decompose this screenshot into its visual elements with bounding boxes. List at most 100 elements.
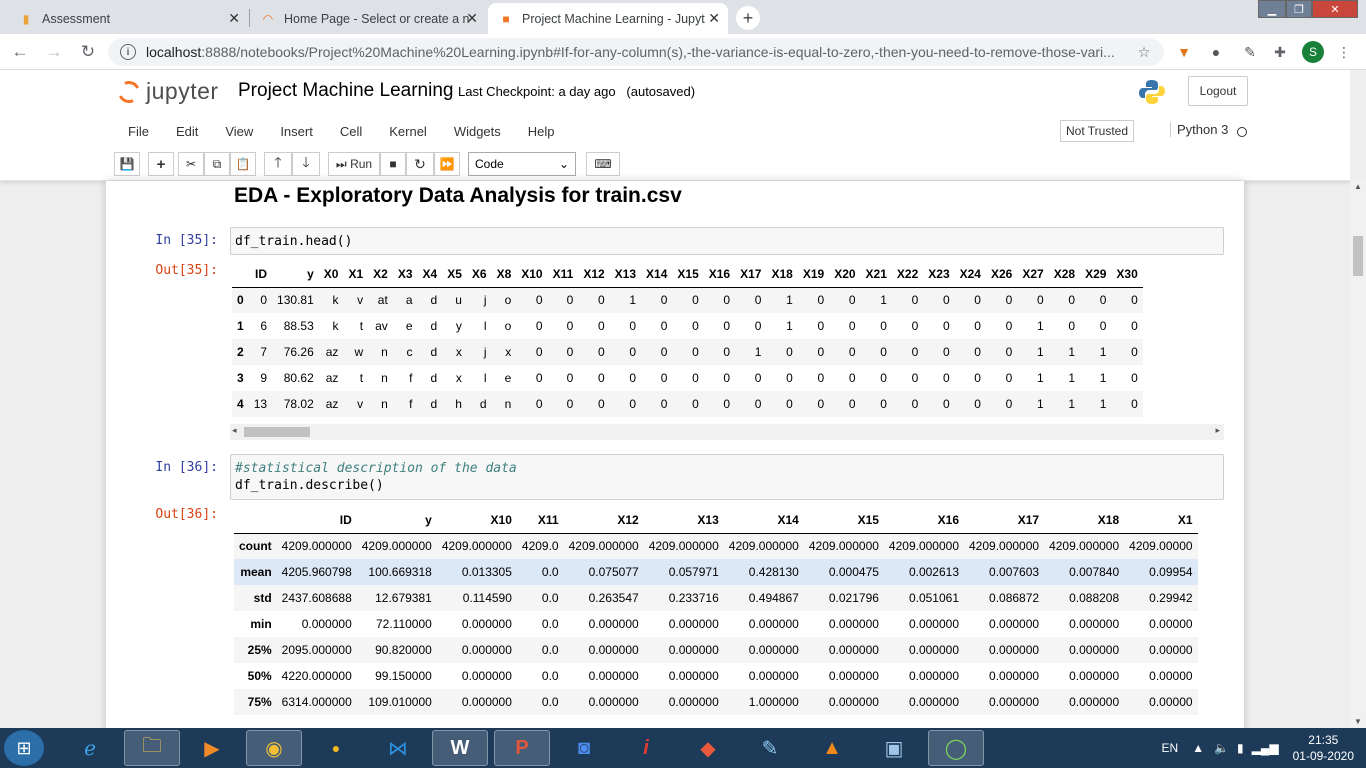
table-cell: 0 — [974, 293, 981, 308]
move-down-icon[interactable]: 🡓 — [292, 152, 320, 176]
forward-icon[interactable]: → — [42, 40, 66, 64]
tab-home-page[interactable]: ◠ Home Page - Select or create a n ✕ — [250, 3, 486, 34]
cell-type-select[interactable]: Code ⌄ — [468, 152, 576, 176]
vlc-icon[interactable]: ▲ — [804, 730, 860, 766]
power-icon[interactable]: ▮ — [1237, 741, 1244, 755]
menu-insert[interactable]: Insert — [266, 124, 326, 139]
scrollbar-thumb[interactable] — [1353, 236, 1363, 276]
extension-circle-icon[interactable]: ● — [1206, 42, 1226, 62]
zoom-icon[interactable]: ◙ — [556, 730, 612, 766]
puzzle-icon[interactable]: ✚ — [1270, 42, 1290, 62]
cell-36-code-input[interactable]: #statistical description of the data df_… — [230, 454, 1224, 500]
vscode-icon[interactable]: ⋈ — [370, 730, 426, 766]
notepad-icon[interactable]: ✎ — [742, 730, 798, 766]
insert-cell-icon[interactable]: + — [148, 152, 174, 176]
powerpoint-icon[interactable]: P — [494, 730, 550, 766]
scroll-right-icon[interactable]: ▸ — [1215, 425, 1220, 436]
info-app-icon[interactable]: i — [618, 730, 674, 766]
metamask-icon[interactable]: ▼ — [1174, 42, 1194, 62]
scroll-up-icon[interactable]: ▲ — [1354, 182, 1362, 191]
menu-edit[interactable]: Edit — [162, 124, 211, 139]
column-header: X3 — [392, 261, 418, 288]
table-cell: 0 — [1131, 319, 1138, 333]
menu-view[interactable]: View — [211, 124, 266, 139]
menu-help[interactable]: Help — [514, 124, 568, 139]
table-cell: az — [325, 345, 339, 359]
close-icon[interactable]: ✕ — [228, 10, 240, 27]
page-vertical-scrollbar[interactable]: ▲ ▼ — [1350, 180, 1366, 728]
language-indicator[interactable]: EN — [1162, 741, 1179, 755]
start-button[interactable]: ⊞ — [4, 730, 44, 766]
reload-icon[interactable]: ↻ — [76, 40, 100, 64]
restart-icon[interactable]: ↻ — [406, 152, 434, 176]
info-icon[interactable]: i — [120, 44, 136, 60]
minimize-icon[interactable]: ▁ — [1258, 0, 1286, 18]
column-header: ID — [276, 507, 357, 534]
notebook-title[interactable]: Project Machine Learning — [238, 80, 453, 102]
table-cell: 0 — [754, 293, 762, 308]
table-cell: k — [332, 293, 339, 308]
new-tab-button[interactable]: + — [736, 6, 760, 30]
menu-file[interactable]: File — [114, 124, 162, 139]
scroll-down-icon[interactable]: ▼ — [1354, 717, 1362, 726]
profile-avatar[interactable]: S — [1302, 41, 1324, 63]
star-icon[interactable]: ☆ — [1134, 42, 1154, 62]
url-field[interactable]: i localhost:8888/notebooks/Project%20Mac… — [108, 38, 1164, 66]
tab-assessment[interactable]: ▮ Assessment ✕ — [8, 3, 248, 34]
run-button[interactable]: ⏭ Run — [328, 152, 380, 176]
anaconda-icon[interactable]: ◯ — [928, 730, 984, 766]
word-icon[interactable]: W — [432, 730, 488, 766]
table-cell: 0.000000 — [989, 669, 1040, 683]
cut-icon[interactable]: ✂ — [178, 152, 204, 176]
menu-cell[interactable]: Cell — [326, 124, 375, 139]
clock[interactable]: 21:35 01-09-2020 — [1293, 732, 1354, 764]
jupyter-page: jupyter Project Machine Learning Last Ch… — [0, 70, 1350, 728]
media-player-icon[interactable]: ▶ — [184, 730, 240, 766]
fast-forward-icon[interactable]: ⏩ — [434, 152, 460, 176]
column-header: X30 — [1111, 261, 1143, 288]
tab-project-machine-learning[interactable]: ■ Project Machine Learning - Jupyt ✕ — [488, 3, 728, 34]
window-controls: ▁ ❐ ✕ — [1258, 0, 1358, 18]
menu-dots-icon[interactable]: ⋮ — [1334, 42, 1354, 62]
output-horizontal-scrollbar[interactable]: ◂ ▸ — [230, 424, 1224, 440]
paste-icon[interactable]: 📋 — [230, 152, 256, 176]
save-icon[interactable]: 💾 — [114, 152, 140, 176]
git-icon[interactable]: ◆ — [680, 730, 736, 766]
table-row: 1 6 88.53 k t av e d y l o 0 0 0 0 0 0 0 0 1 0 0 0 0 0 0 0 1 0 0 0 — [232, 313, 1143, 339]
restore-icon[interactable]: ❐ — [1286, 0, 1312, 18]
tray-expand-icon[interactable]: ▲ — [1192, 741, 1204, 755]
copy-icon[interactable]: ⧉ — [204, 152, 230, 176]
duo-ok-icon[interactable]: ● — [308, 730, 364, 766]
jupyter-logo[interactable]: jupyter — [114, 77, 219, 106]
logout-button[interactable]: Logout — [1188, 76, 1248, 106]
column-header: X16 — [703, 261, 736, 288]
remote-desktop-icon[interactable]: ▣ — [866, 730, 922, 766]
table-cell: 0 — [911, 345, 919, 359]
column-header: X1 — [343, 261, 369, 288]
row-index: mean — [240, 565, 272, 579]
chrome-icon[interactable]: ◉ — [246, 730, 302, 766]
menu-widgets[interactable]: Widgets — [440, 124, 514, 139]
close-icon[interactable]: ✕ — [466, 10, 478, 27]
table-cell: 0 — [1131, 397, 1138, 411]
table-cell: f — [409, 397, 413, 411]
volume-icon[interactable]: 🔈 — [1214, 741, 1229, 755]
eyedropper-icon[interactable]: ✎ — [1240, 42, 1260, 62]
kernel-name: Python 3 — [1170, 122, 1228, 137]
move-up-icon[interactable]: 🡑 — [264, 152, 292, 176]
trust-button[interactable]: Not Trusted — [1060, 120, 1134, 142]
file-explorer-icon[interactable]: 🗀 — [124, 730, 180, 766]
table-cell: 7 — [260, 345, 268, 359]
menu-kernel[interactable]: Kernel — [375, 124, 440, 139]
row-index: 50% — [247, 669, 272, 683]
cell-35-code-input[interactable]: df_train.head() — [230, 227, 1224, 255]
keyboard-icon[interactable]: ⌨ — [586, 152, 620, 176]
stop-icon[interactable]: ■ — [380, 152, 406, 176]
internet-explorer-icon[interactable]: ℯ — [62, 730, 118, 766]
close-window-icon[interactable]: ✕ — [1312, 0, 1358, 18]
scroll-left-icon[interactable]: ◂ — [232, 425, 237, 436]
scrollbar-thumb[interactable] — [244, 427, 310, 437]
back-icon[interactable]: ← — [8, 40, 32, 64]
close-icon[interactable]: ✕ — [708, 10, 720, 27]
network-icon[interactable]: ▂▄▆ — [1252, 741, 1279, 755]
